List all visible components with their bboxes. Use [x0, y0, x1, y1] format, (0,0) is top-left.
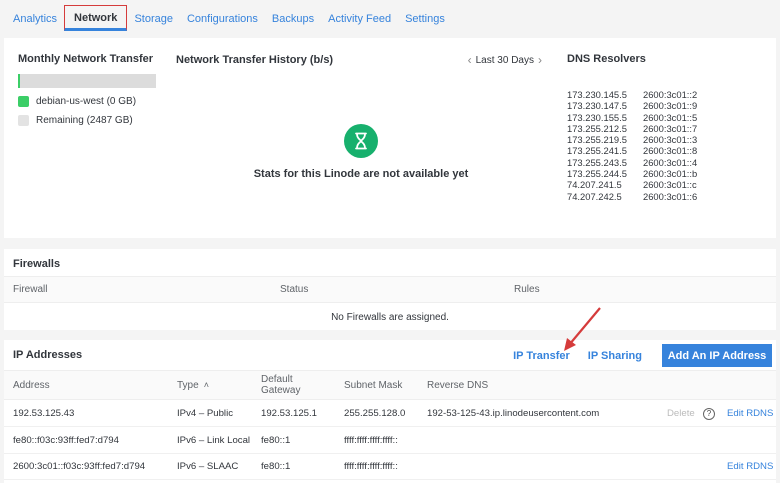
firewalls-table-header: Firewall Status Rules: [4, 276, 776, 303]
col-reverse-dns: Reverse DNS: [427, 379, 489, 391]
dns-ipv4: 173.255.244.5: [567, 168, 627, 180]
col-address: Address: [13, 379, 50, 391]
transfer-usage-bar: [18, 74, 156, 88]
table-row: 2600:3c01::f03c:93ff:fed7:d794 IPv6 – SL…: [4, 454, 776, 480]
col-type-label: Type: [177, 379, 199, 391]
ip-actions: IP Transfer IP Sharing Add An IP Address: [513, 344, 772, 367]
dns-ipv6: 2600:3c01::7: [643, 122, 698, 134]
dns-ipv4: 74.207.241.5: [567, 179, 622, 191]
dns-ipv6: 2600:3c01::b: [643, 168, 698, 180]
chevron-right-icon[interactable]: ›: [534, 53, 546, 67]
date-range-label: Last 30 Days: [475, 54, 534, 66]
col-gateway-line2: Gateway: [261, 385, 301, 396]
edit-rdns-button[interactable]: Edit RDNS: [727, 454, 773, 479]
dns-title: DNS Resolvers: [567, 53, 646, 65]
col-gateway-line1: Default: [261, 374, 293, 385]
dns-ipv6: 2600:3c01::4: [643, 156, 698, 168]
legend-used-label: debian-us-west (0 GB): [36, 96, 137, 107]
monthly-transfer-title: Monthly Network Transfer: [18, 53, 154, 65]
ip-gateway: fe80::1: [261, 461, 291, 472]
history-empty-state: Stats for this Linode are not available …: [176, 124, 546, 180]
ip-gateway: fe80::1: [261, 435, 291, 446]
tab-backups[interactable]: Backups: [265, 5, 321, 32]
ip-type: IPv6 – SLAAC: [177, 461, 239, 472]
ip-gateway: 192.53.125.1: [261, 408, 318, 419]
tab-analytics[interactable]: Analytics: [6, 5, 64, 32]
dns-resolvers: DNS Resolvers 173.230.145.5 2600:3c01::2 …: [567, 53, 767, 202]
firewalls-empty-row: No Firewalls are assigned.: [4, 304, 776, 330]
dns-ipv4: 74.207.242.5: [567, 190, 622, 202]
tab-activity-feed[interactable]: Activity Feed: [321, 5, 398, 32]
col-subnet-mask: Subnet Mask: [344, 379, 403, 391]
hourglass-icon: [344, 124, 378, 158]
history-empty-message: Stats for this Linode are not available …: [253, 168, 469, 180]
dns-ipv4: 173.255.241.5: [567, 145, 627, 157]
edit-rdns-button[interactable]: Edit RDNS: [727, 401, 773, 426]
tab-settings[interactable]: Settings: [398, 5, 452, 32]
col-status: Status: [280, 284, 309, 295]
table-row: fe80::f03c:93ff:fed7:d794 IPv6 – Link Lo…: [4, 428, 776, 454]
dns-ipv4: 173.255.219.5: [567, 134, 627, 146]
legend-remaining: Remaining (2487 GB): [18, 115, 168, 126]
network-summary-panel: Monthly Network Transfer debian-us-west …: [4, 38, 776, 238]
tab-configurations[interactable]: Configurations: [180, 5, 265, 32]
dns-ipv4: 173.230.155.5: [567, 111, 627, 123]
dns-ipv6: 2600:3c01::3: [643, 134, 698, 146]
dns-ipv6: 2600:3c01::5: [643, 111, 698, 123]
col-firewall: Firewall: [13, 284, 48, 295]
legend-used: debian-us-west (0 GB): [18, 96, 168, 107]
tab-storage[interactable]: Storage: [127, 5, 180, 32]
firewalls-panel: Firewalls Firewall Status Rules No Firew…: [4, 249, 776, 330]
annotation-arrow-icon: [564, 307, 601, 351]
used-swatch: [18, 96, 29, 107]
tab-network[interactable]: Network: [64, 5, 128, 31]
delete-button[interactable]: Delete: [667, 401, 695, 426]
dns-ipv4: 173.230.145.5: [567, 89, 627, 100]
col-rules: Rules: [514, 284, 540, 295]
add-ip-address-button[interactable]: Add An IP Address: [662, 344, 772, 367]
dns-ipv4: 173.230.147.5: [567, 100, 627, 112]
legend-remaining-label: Remaining (2487 GB): [36, 115, 133, 126]
chevron-left-icon[interactable]: ‹: [464, 53, 476, 67]
chevron-up-icon: ˄: [203, 380, 209, 390]
transfer-history: Network Transfer History (b/s) ‹ Last 30…: [176, 53, 546, 223]
dns-ipv6: 2600:3c01::c: [643, 179, 697, 191]
ip-addresses-title: IP Addresses: [13, 349, 83, 361]
history-title: Network Transfer History (b/s): [176, 54, 334, 66]
ip-address: fe80::f03c:93ff:fed7:d794: [13, 435, 119, 446]
col-type[interactable]: Type ˄: [177, 371, 209, 399]
ip-addresses-panel: IP Addresses IP Transfer IP Sharing Add …: [4, 340, 776, 483]
dns-ipv6: 2600:3c01::2: [643, 89, 698, 100]
help-icon[interactable]: ?: [703, 401, 715, 426]
dns-ipv4: 173.255.212.5: [567, 122, 627, 134]
ip-type: IPv4 – Public: [177, 408, 233, 419]
ip-address: 192.53.125.43: [13, 408, 75, 419]
ip-subnet: 255.255.128.0: [344, 408, 406, 419]
table-row: 192.53.125.43 IPv4 – Public 192.53.125.1…: [4, 401, 776, 427]
dns-list: 173.230.145.5 2600:3c01::2 173.230.147.5 2…: [567, 89, 767, 202]
ip-table-header: Address Type ˄ Default Gateway Subnet Ma…: [4, 370, 776, 400]
ip-address: 2600:3c01::f03c:93ff:fed7:d794: [13, 461, 146, 472]
col-default-gateway: Default Gateway: [261, 371, 300, 399]
ip-rdns: 192-53-125-43.ip.linodeusercontent.com: [427, 408, 600, 419]
tab-bar: Analytics Network Storage Configurations…: [0, 0, 780, 36]
firewalls-title: Firewalls: [13, 258, 61, 270]
firewalls-empty-message: No Firewalls are assigned.: [331, 311, 449, 323]
dns-ipv4: 173.255.243.5: [567, 156, 627, 168]
ip-subnet: ffff:ffff:ffff:ffff::: [344, 461, 398, 472]
ip-type: IPv6 – Link Local: [177, 435, 251, 446]
remaining-swatch: [18, 115, 29, 126]
date-range-control: ‹ Last 30 Days ›: [464, 53, 546, 67]
dns-ipv6: 2600:3c01::8: [643, 145, 698, 157]
dns-ipv6: 2600:3c01::6: [643, 190, 698, 202]
monthly-transfer: Monthly Network Transfer debian-us-west …: [18, 53, 168, 126]
ip-subnet: ffff:ffff:ffff:ffff::: [344, 435, 398, 446]
dns-ipv6: 2600:3c01::9: [643, 100, 698, 112]
